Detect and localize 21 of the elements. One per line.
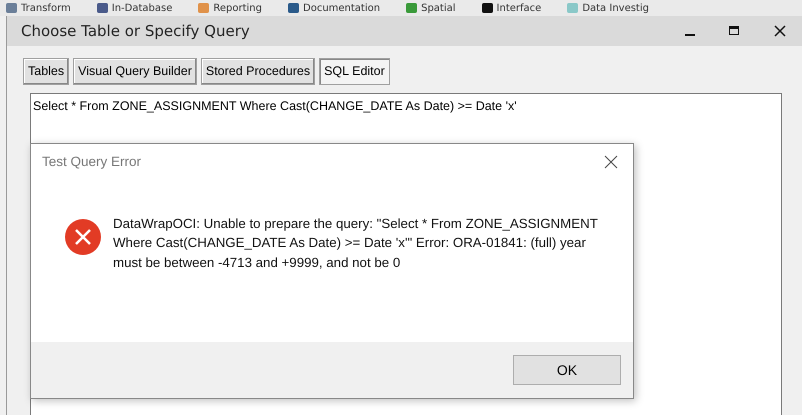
- tab[interactable]: Stored Procedures: [200, 58, 316, 85]
- window-title: Choose Table or Specify Query: [21, 20, 251, 42]
- close-icon: [774, 25, 786, 37]
- toolbar-item[interactable]: Reporting: [198, 0, 262, 16]
- error-icon: [64, 218, 102, 256]
- toolbar-item[interactable]: Transform: [6, 0, 71, 16]
- toolbar-item[interactable]: Spatial: [406, 0, 456, 16]
- sql-editor[interactable]: Select * From ZONE_ASSIGNMENT Where Cast(CHANGE_DATE As Date) >= Date 'x' Test Query Error DataWrapOCI: Unable to prepare the query: "Select * From ZONE_ASSIGNMENT Where Cast(CHANGE_DATE As Date) >= Date 'x'" Error: ORA-01841: (full) year must be between -4713 and +9999, and not be 0 OK: [30, 92, 782, 415]
- error-message: DataWrapOCI: Unable to prepare the query: "Select * From ZONE_ASSIGNMENT Where Cast(CHANGE_DATE As Date) >= Date 'x'" Error: ORA-01841: (full) year must be between -4713 and +9999, and not be 0: [113, 215, 599, 272]
- minimize-icon: [684, 34, 694, 36]
- tab[interactable]: Tables: [23, 58, 70, 85]
- toolbar-item[interactable]: Documentation: [288, 0, 380, 16]
- ok-button[interactable]: OK: [513, 355, 621, 385]
- toolbar-item[interactable]: Data Investig: [567, 0, 649, 16]
- dialog-title: Test Query Error: [42, 152, 142, 171]
- toolbar-item[interactable]: Interface: [482, 0, 542, 16]
- tab[interactable]: SQL Editor: [319, 58, 390, 85]
- close-icon: [604, 155, 618, 169]
- toolbar-item[interactable]: In-Database: [96, 0, 172, 16]
- tab[interactable]: Visual Query Builder: [73, 58, 197, 85]
- maximize-icon: [729, 26, 740, 36]
